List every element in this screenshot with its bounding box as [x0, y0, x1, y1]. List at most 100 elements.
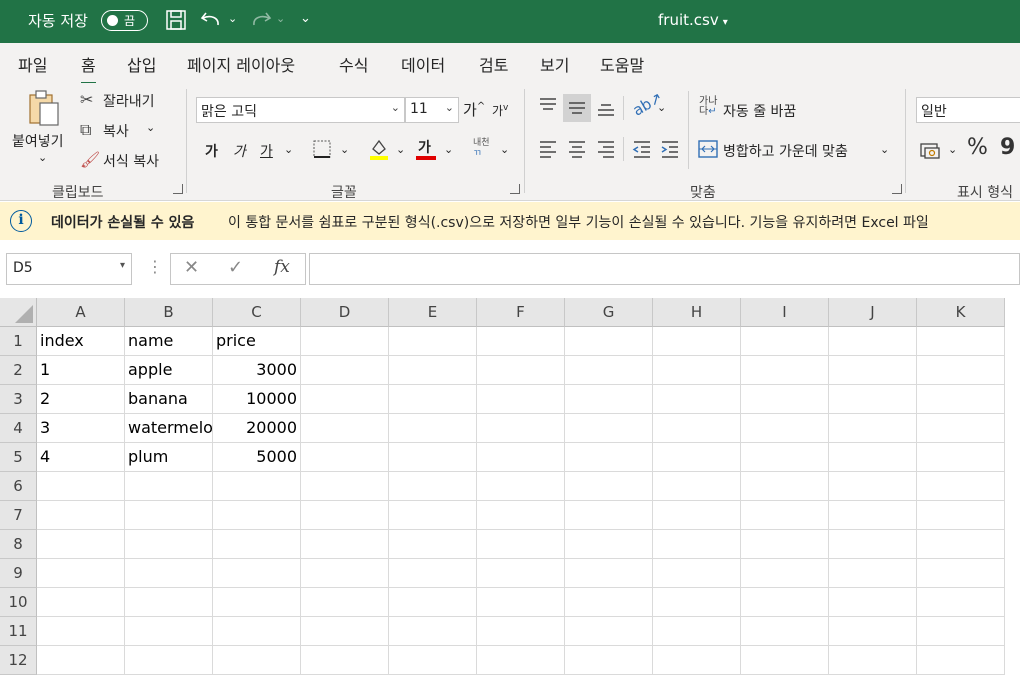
cell-k8[interactable]: [917, 530, 1005, 559]
row-header-9[interactable]: 9: [0, 559, 37, 588]
cell-h2[interactable]: [653, 356, 741, 385]
tab-file[interactable]: 파일: [18, 52, 47, 76]
cell-c9[interactable]: [213, 559, 301, 588]
cell-d1[interactable]: [301, 327, 389, 356]
cell-b9[interactable]: [125, 559, 213, 588]
cell-g11[interactable]: [565, 617, 653, 646]
cell-j6[interactable]: [829, 472, 917, 501]
cell-f9[interactable]: [477, 559, 565, 588]
cell-j12[interactable]: [829, 646, 917, 675]
cell-h8[interactable]: [653, 530, 741, 559]
cell-b5[interactable]: plum: [125, 443, 213, 472]
customize-toolbar-icon[interactable]: ⌄: [300, 11, 311, 26]
cell-b12[interactable]: [125, 646, 213, 675]
undo-icon[interactable]: [200, 9, 224, 31]
cell-k5[interactable]: [917, 443, 1005, 472]
paste-icon[interactable]: [26, 89, 62, 129]
row-header-2[interactable]: 2: [0, 356, 37, 385]
increase-indent-icon[interactable]: [660, 139, 680, 159]
align-middle-button[interactable]: [563, 94, 591, 122]
cell-h3[interactable]: [653, 385, 741, 414]
enter-icon[interactable]: ✓: [228, 257, 243, 278]
cell-h7[interactable]: [653, 501, 741, 530]
tab-review[interactable]: 검토: [479, 52, 508, 76]
cell-a8[interactable]: [37, 530, 125, 559]
save-icon[interactable]: [165, 9, 187, 31]
cell-d8[interactable]: [301, 530, 389, 559]
cell-a1[interactable]: index: [37, 327, 125, 356]
column-header-h[interactable]: H: [653, 298, 741, 327]
accounting-dropdown-icon[interactable]: ⌄: [948, 143, 957, 156]
cell-a2[interactable]: 1: [37, 356, 125, 385]
orientation-dropdown-icon[interactable]: ⌄: [657, 101, 666, 114]
row-header-10[interactable]: 10: [0, 588, 37, 617]
cell-b8[interactable]: [125, 530, 213, 559]
border-dropdown-icon[interactable]: ⌄: [340, 143, 349, 156]
cell-e4[interactable]: [389, 414, 477, 443]
cell-e3[interactable]: [389, 385, 477, 414]
cancel-icon[interactable]: ✕: [184, 257, 199, 278]
cell-k1[interactable]: [917, 327, 1005, 356]
cell-h6[interactable]: [653, 472, 741, 501]
merge-dropdown-icon[interactable]: ⌄: [880, 143, 889, 156]
cell-j5[interactable]: [829, 443, 917, 472]
column-header-f[interactable]: F: [477, 298, 565, 327]
merge-center-button[interactable]: 병합하고 가운데 맞춤: [723, 141, 848, 161]
font-size-select[interactable]: 11 ⌄: [405, 97, 459, 123]
cell-b6[interactable]: [125, 472, 213, 501]
cell-k3[interactable]: [917, 385, 1005, 414]
number-format-select[interactable]: 일반: [916, 97, 1020, 123]
cell-g7[interactable]: [565, 501, 653, 530]
cell-d10[interactable]: [301, 588, 389, 617]
cell-e11[interactable]: [389, 617, 477, 646]
percent-button[interactable]: %: [967, 135, 988, 160]
cell-e2[interactable]: [389, 356, 477, 385]
copy-dropdown-icon[interactable]: ⌄: [146, 121, 155, 134]
cell-k4[interactable]: [917, 414, 1005, 443]
cell-k6[interactable]: [917, 472, 1005, 501]
cell-j7[interactable]: [829, 501, 917, 530]
cell-i2[interactable]: [741, 356, 829, 385]
alignment-launcher-icon[interactable]: [892, 184, 902, 194]
cell-f1[interactable]: [477, 327, 565, 356]
border-icon[interactable]: [312, 139, 332, 159]
accounting-format-icon[interactable]: [920, 140, 942, 160]
bold-button[interactable]: 가: [205, 141, 218, 161]
cell-j10[interactable]: [829, 588, 917, 617]
cell-i4[interactable]: [741, 414, 829, 443]
cell-e9[interactable]: [389, 559, 477, 588]
cell-f2[interactable]: [477, 356, 565, 385]
cell-e6[interactable]: [389, 472, 477, 501]
tab-formulas[interactable]: 수식: [339, 52, 368, 76]
formula-input[interactable]: [309, 253, 1020, 285]
align-center-icon[interactable]: [567, 139, 587, 159]
cell-d6[interactable]: [301, 472, 389, 501]
align-bottom-icon[interactable]: [596, 99, 616, 117]
cell-i3[interactable]: [741, 385, 829, 414]
row-header-5[interactable]: 5: [0, 443, 37, 472]
cell-a11[interactable]: [37, 617, 125, 646]
comma-button[interactable]: 9: [1000, 135, 1015, 160]
cell-j4[interactable]: [829, 414, 917, 443]
cell-g1[interactable]: [565, 327, 653, 356]
cell-d5[interactable]: [301, 443, 389, 472]
cell-b1[interactable]: name: [125, 327, 213, 356]
insert-function-icon[interactable]: fx: [274, 257, 290, 277]
select-all-button[interactable]: [0, 298, 37, 327]
cell-i1[interactable]: [741, 327, 829, 356]
column-header-i[interactable]: I: [741, 298, 829, 327]
cut-button[interactable]: 잘라내기: [103, 91, 155, 111]
cell-b4[interactable]: watermelo: [125, 414, 213, 443]
cell-i12[interactable]: [741, 646, 829, 675]
cell-g8[interactable]: [565, 530, 653, 559]
cell-h12[interactable]: [653, 646, 741, 675]
cell-j1[interactable]: [829, 327, 917, 356]
cell-h1[interactable]: [653, 327, 741, 356]
font-launcher-icon[interactable]: [510, 184, 520, 194]
cell-k11[interactable]: [917, 617, 1005, 646]
cell-b10[interactable]: [125, 588, 213, 617]
cell-i5[interactable]: [741, 443, 829, 472]
cell-f10[interactable]: [477, 588, 565, 617]
cell-c5[interactable]: 5000: [213, 443, 301, 472]
cell-d9[interactable]: [301, 559, 389, 588]
